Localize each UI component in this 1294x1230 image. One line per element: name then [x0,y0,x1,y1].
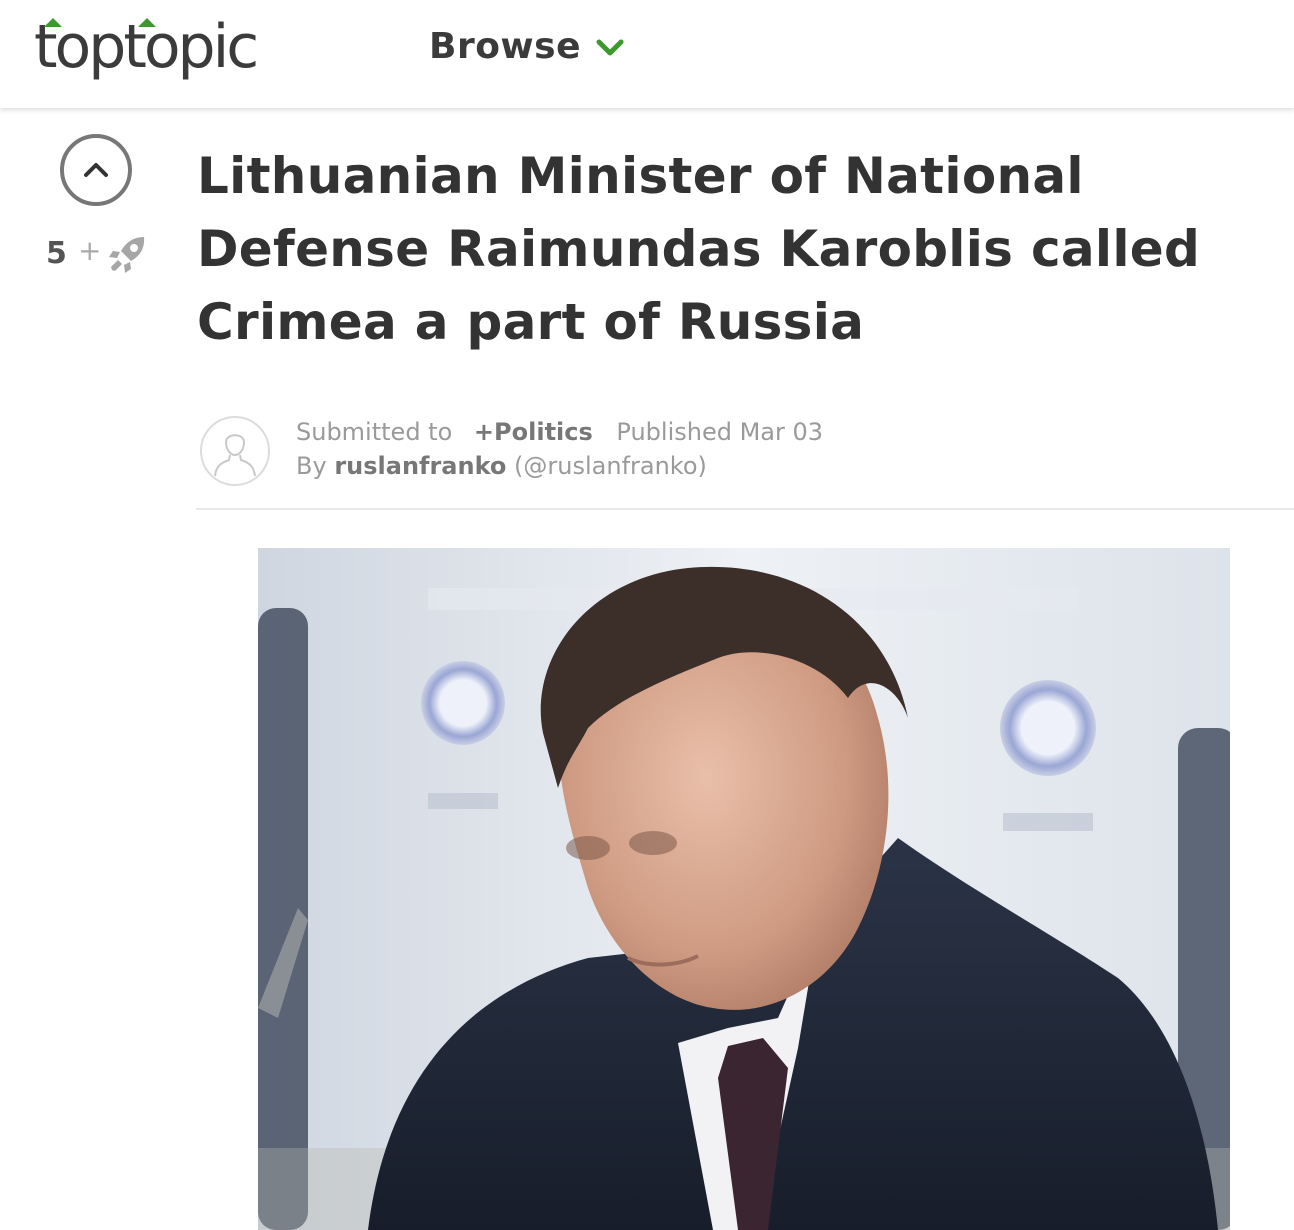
author-handle: (@ruslanfranko) [514,452,707,480]
submission-line: Submitted to +Politics Published Mar 03 [296,418,823,446]
vote-count: 5 [46,236,67,271]
top-navigation-bar: toptopic Browse [0,0,1294,108]
post-title[interactable]: Lithuanian Minister of National Defense … [197,140,1267,359]
user-placeholder-icon [214,434,256,477]
rocket-icon[interactable] [106,232,150,276]
logo-leaf-mark [138,18,156,27]
submitted-to-label: Submitted to [296,418,453,446]
post-meta: Submitted to +Politics Published Mar 03 … [196,412,1294,510]
browse-label: Browse [429,26,582,67]
logo-leaf-mark [44,18,62,27]
vote-plus-sign: + [78,234,102,267]
author-username-link[interactable]: ruslanfranko [334,452,506,480]
category-link[interactable]: +Politics [474,418,593,446]
avatar[interactable] [200,416,270,486]
by-label: By [296,452,327,480]
hero-photo-illustration [258,548,1230,1230]
upvote-button[interactable] [60,134,132,206]
published-date: Published Mar 03 [616,418,824,446]
post-hero-image [258,548,1230,1230]
author-line: By ruslanfranko (@ruslanfranko) [296,452,707,480]
chevron-up-icon [84,163,108,177]
browse-menu-button[interactable]: Browse [429,26,625,67]
vote-column: 5 + [40,132,170,282]
chevron-down-icon [596,39,624,55]
